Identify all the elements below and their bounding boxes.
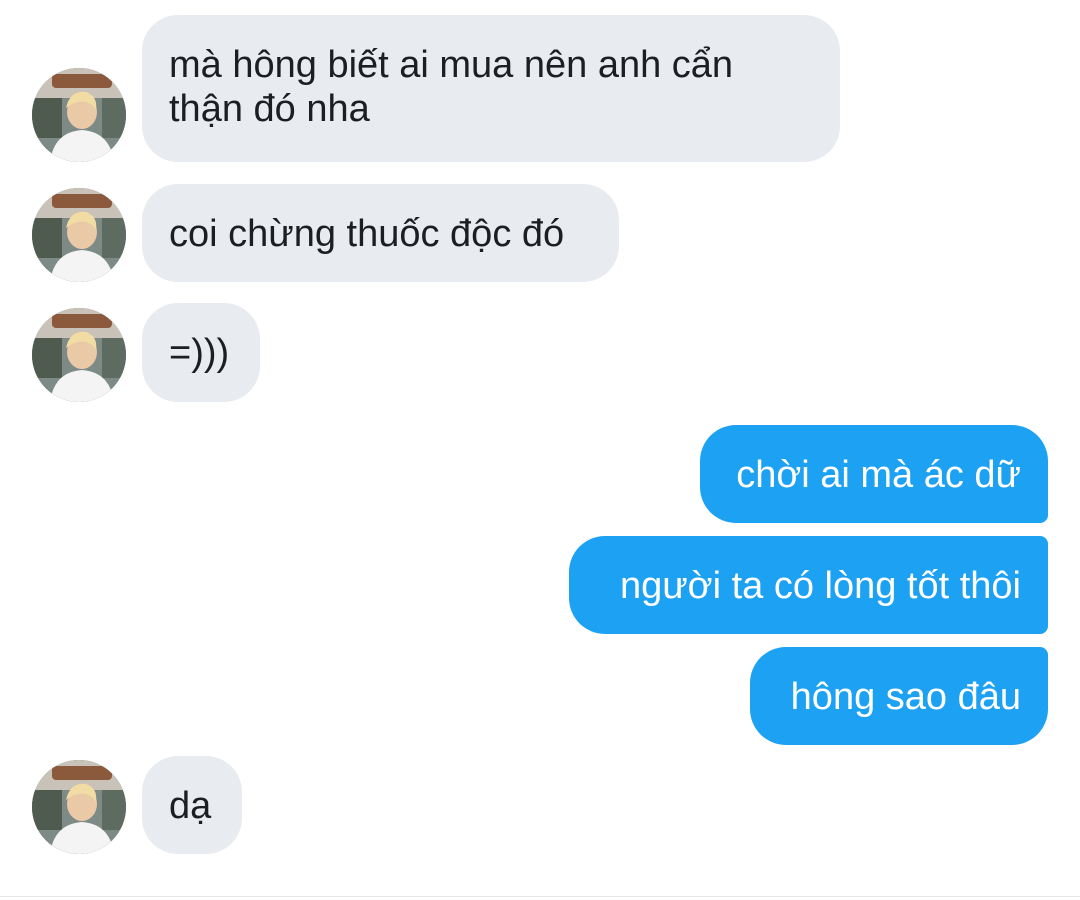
avatar-photo-icon [32,188,126,282]
incoming-message-bubble[interactable]: coi chừng thuốc độc đó [142,184,619,282]
message-text: hông sao đâu [790,676,1021,718]
contact-avatar[interactable] [32,308,126,402]
outgoing-message-bubble[interactable]: chời ai mà ác dữ [700,425,1048,523]
message-text: dạ [169,785,212,827]
message-text: coi chừng thuốc độc đó [169,213,565,255]
incoming-message-bubble[interactable]: =))) [142,303,260,402]
avatar-photo-icon [32,308,126,402]
contact-avatar[interactable] [32,188,126,282]
message-text: =))) [169,332,230,374]
incoming-message-bubble[interactable]: mà hông biết ai mua nên anh cẩn thận đó … [142,15,840,162]
message-text: người ta có lòng tốt thôi [619,565,1021,607]
avatar-photo-icon [32,760,126,854]
outgoing-message-bubble[interactable]: người ta có lòng tốt thôi [569,536,1048,634]
divider [0,896,1080,897]
avatar-photo-icon [32,68,126,162]
message-text: mà hông biết ai mua nên anh cẩn thận đó … [169,44,734,130]
contact-avatar[interactable] [32,760,126,854]
outgoing-message-bubble[interactable]: hông sao đâu [750,647,1048,745]
incoming-message-bubble[interactable]: dạ [142,756,242,854]
contact-avatar[interactable] [32,68,126,162]
chat-thread: mà hông biết ai mua nên anh cẩn thận đó … [0,0,1080,900]
message-text: chời ai mà ác dữ [736,454,1021,496]
